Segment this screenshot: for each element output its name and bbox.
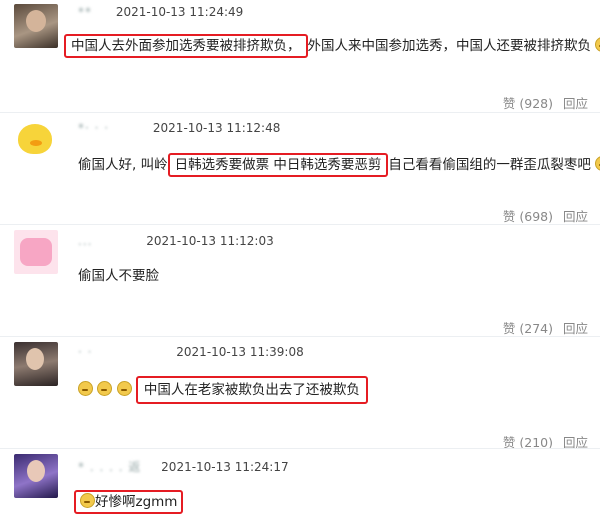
username[interactable]: ... xyxy=(78,234,92,248)
comment-actions: 赞 (928) 回应 xyxy=(503,93,588,112)
crying-face-emoji-icon xyxy=(116,381,132,396)
comment-meta: · · 2021-10-13 11:39:08 xyxy=(78,345,304,359)
user-avatar[interactable] xyxy=(14,4,58,48)
user-avatar[interactable] xyxy=(14,454,58,498)
crying-face-emoji-icon xyxy=(97,381,113,396)
highlighted-text: 好惨啊zgmm xyxy=(74,490,184,514)
reply-button[interactable]: 回应 xyxy=(563,209,588,224)
divider xyxy=(0,448,600,449)
comment-meta: ... 2021-10-13 11:12:03 xyxy=(78,234,274,248)
duck-beak-icon xyxy=(30,140,42,146)
comment-meta: * . . . . 返 2021-10-13 11:24:17 xyxy=(78,458,289,475)
comment-text-tail: 自己看看偷国组的一群歪瓜裂枣吧 xyxy=(388,157,591,173)
comment-text: 好惨啊zgmm xyxy=(74,490,184,514)
highlighted-text: 日韩选秀要做票 中日韩选秀要恶剪 xyxy=(167,153,389,177)
comment-meta: ** 2021-10-13 11:24:49 xyxy=(78,5,243,19)
crying-face-emoji-icon xyxy=(78,381,93,396)
comment-meta: *· · · 2021-10-13 11:12:48 xyxy=(78,121,280,135)
divider xyxy=(0,112,600,113)
like-button[interactable]: 赞 (274) xyxy=(503,321,553,336)
comment-text: 偷国人不要脸 xyxy=(78,264,159,284)
highlighted-text: 中国人在老家被欺负出去了还被欺负 xyxy=(135,376,368,404)
username[interactable]: *· · · xyxy=(78,121,109,135)
comment-actions: 赞 (698) 回应 xyxy=(503,206,588,225)
like-button[interactable]: 赞 (698) xyxy=(503,209,553,224)
person-photo-icon xyxy=(26,10,46,32)
user-avatar[interactable] xyxy=(14,118,58,162)
person-photo-icon xyxy=(26,348,44,370)
comment-actions: 赞 (274) 回应 xyxy=(503,318,588,337)
person-photo-icon xyxy=(27,460,45,482)
user-avatar[interactable] xyxy=(14,342,58,386)
comment-text-head: 偷国人不要脸 xyxy=(78,268,159,284)
username[interactable]: * . . . . 返 xyxy=(78,458,141,475)
timestamp: 2021-10-13 11:12:03 xyxy=(146,234,274,248)
crying-face-emoji-icon xyxy=(595,156,600,171)
timestamp: 2021-10-13 11:24:49 xyxy=(115,5,244,19)
like-button[interactable]: 赞 (928) xyxy=(503,96,553,111)
yellow-duck-icon xyxy=(18,124,52,154)
timestamp: 2021-10-13 11:12:48 xyxy=(152,121,281,135)
reply-button[interactable]: 回应 xyxy=(563,321,588,336)
user-avatar[interactable] xyxy=(14,230,58,274)
comment-text: 中国人在老家被欺负出去了还被欺负 xyxy=(78,376,368,404)
username[interactable]: · · xyxy=(78,345,92,359)
crying-face-emoji-icon xyxy=(80,493,95,508)
comment-text: 中国人去外面参加选秀要被排挤欺负， 外国人来中国参加选秀，中国人还要被排挤欺负 xyxy=(64,34,600,58)
divider xyxy=(0,336,600,337)
divider xyxy=(0,224,600,225)
reply-button[interactable]: 回应 xyxy=(563,96,588,111)
highlighted-text: 中国人去外面参加选秀要被排挤欺负， xyxy=(64,34,308,58)
username[interactable]: ** xyxy=(78,5,92,19)
highlighted-text-content: 好惨啊zgmm xyxy=(95,494,178,510)
timestamp: 2021-10-13 11:39:08 xyxy=(176,345,304,359)
timestamp: 2021-10-13 11:24:17 xyxy=(161,460,289,474)
comment-text-head: 偷国人好, 叫岭 xyxy=(78,157,168,173)
crying-face-emoji-icon xyxy=(595,37,600,52)
comment-text-tail: 外国人来中国参加选秀，中国人还要被排挤欺负 xyxy=(307,38,592,54)
pink-sticker-icon xyxy=(20,238,52,266)
comment-text: 偷国人好, 叫岭 日韩选秀要做票 中日韩选秀要恶剪 自己看看偷国组的一群歪瓜裂枣吧 xyxy=(78,153,600,177)
